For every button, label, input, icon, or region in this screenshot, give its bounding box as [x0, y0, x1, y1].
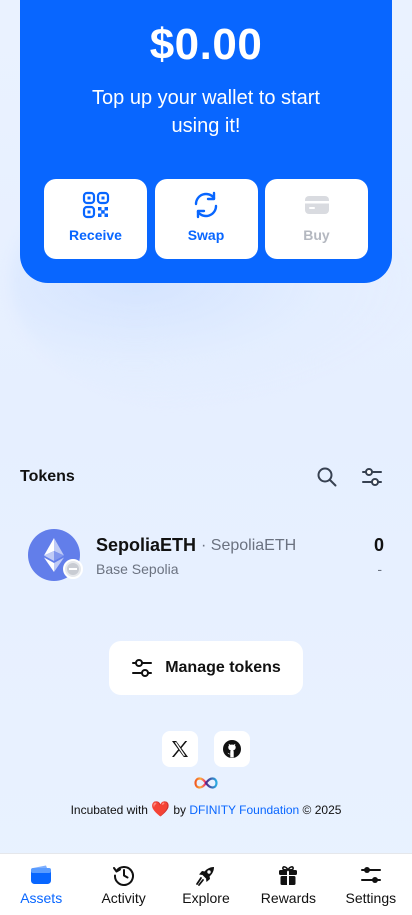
buy-button[interactable]: Buy: [265, 179, 368, 259]
swap-icon: [194, 191, 218, 219]
token-row[interactable]: SepoliaETH · SepoliaETH Base Sepolia 0 -: [20, 526, 392, 586]
history-icon: [112, 866, 134, 886]
nav-rewards[interactable]: Rewards: [247, 854, 329, 915]
dfinity-foundation-link[interactable]: DFINITY Foundation: [189, 803, 299, 817]
manage-tokens-button[interactable]: Manage tokens: [109, 641, 303, 695]
tokens-title: Tokens: [20, 468, 75, 485]
card-icon: [304, 196, 329, 214]
page: $0.00 Top up your wallet to start using …: [0, 0, 412, 915]
settings-sliders-icon: [360, 867, 381, 883]
swap-label: Swap: [187, 227, 225, 243]
gift-icon: [279, 866, 298, 885]
receive-label: Receive: [69, 227, 122, 243]
github-icon: [223, 740, 241, 758]
filter-sliders-icon[interactable]: [361, 466, 383, 488]
dfinity-infinity-icon: [194, 777, 218, 789]
bottom-navigation: Assets Activity Explore Rewards Settings: [0, 853, 412, 915]
social-links: [162, 731, 250, 767]
swap-button[interactable]: Swap: [154, 179, 258, 259]
qr-code-icon: [82, 191, 109, 219]
nav-assets-label: Assets: [20, 890, 63, 906]
x-link-button[interactable]: [162, 731, 198, 767]
quick-actions: Receive Swap Buy: [44, 179, 368, 259]
nav-settings-label: Settings: [345, 890, 397, 906]
network-badge-icon: [63, 559, 83, 579]
footer-by: by: [173, 803, 187, 817]
sliders-icon: [132, 659, 153, 677]
search-icon[interactable]: [316, 466, 338, 488]
receive-button[interactable]: Receive: [44, 179, 147, 259]
token-symbol: · SepoliaETH: [201, 537, 297, 554]
wallet-icon: [31, 865, 52, 884]
token-network: Base Sepolia: [96, 561, 179, 577]
github-link-button[interactable]: [214, 731, 250, 767]
x-logo-icon: [172, 741, 188, 757]
token-balance: 0: [373, 535, 384, 555]
manage-tokens-label: Manage tokens: [165, 659, 281, 676]
nav-explore[interactable]: Explore: [165, 854, 247, 915]
token-name: SepoliaETH: [96, 535, 197, 555]
rocket-icon: [196, 867, 215, 886]
nav-rewards-label: Rewards: [260, 890, 317, 906]
nav-activity-label: Activity: [101, 890, 146, 906]
buy-label: Buy: [303, 227, 330, 243]
footer-credit: Incubated with ❤️ by DFINITY Foundation …: [0, 800, 412, 818]
nav-explore-label: Explore: [182, 890, 230, 906]
footer-prefix: Incubated with: [70, 803, 148, 817]
footer-year: © 2025: [302, 803, 342, 817]
nav-settings[interactable]: Settings: [330, 854, 412, 915]
token-usd-value: -: [377, 561, 382, 577]
balance-subtitle: Top up your wallet to start using it!: [92, 87, 320, 137]
nav-activity[interactable]: Activity: [82, 854, 164, 915]
balance-card: $0.00 Top up your wallet to start using …: [20, 0, 392, 283]
heart-icon: ❤️: [151, 801, 170, 818]
nav-assets[interactable]: Assets: [0, 854, 82, 915]
balance-amount: $0.00: [149, 20, 263, 69]
